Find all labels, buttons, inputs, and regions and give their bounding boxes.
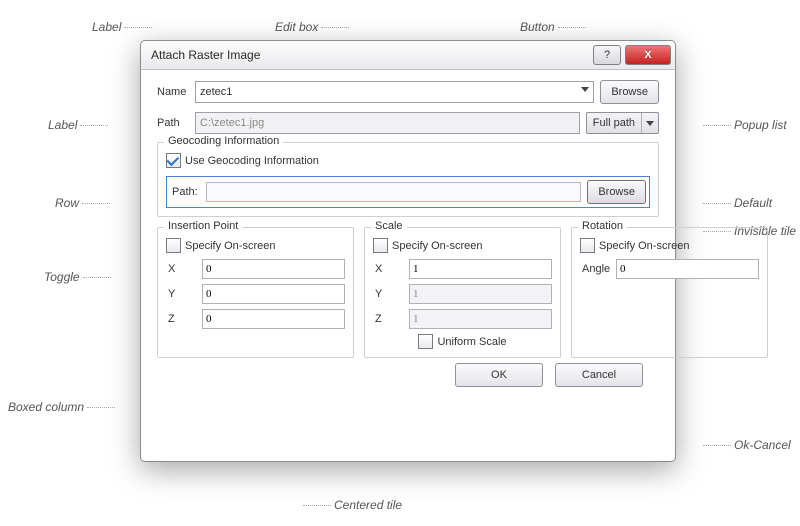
- window-title: Attach Raster Image: [151, 48, 593, 62]
- ok-button[interactable]: OK: [455, 363, 543, 387]
- cancel-button[interactable]: Cancel: [555, 363, 643, 387]
- dialog-footer: OK Cancel: [157, 360, 659, 387]
- insertion-specify-toggle[interactable]: Specify On-screen: [166, 238, 345, 253]
- scale-legend: Scale: [371, 220, 407, 232]
- name-label: Name: [157, 86, 195, 98]
- name-combo-value: zetec1: [200, 86, 232, 98]
- titlebar: Attach Raster Image ? X: [141, 41, 675, 70]
- callout-button: Button: [520, 20, 589, 34]
- close-button[interactable]: X: [625, 45, 671, 65]
- browse-name-button[interactable]: Browse: [600, 80, 659, 104]
- callout-popup-list: Popup list: [700, 118, 787, 132]
- checkbox-icon: [580, 238, 595, 253]
- fullpath-label: Full path: [593, 117, 635, 129]
- insertion-point-group: Insertion Point Specify On-screen X Y Z: [157, 227, 354, 358]
- path-row: Path C:\zetec1.jpg Full path: [157, 112, 659, 134]
- path-display: C:\zetec1.jpg: [195, 112, 580, 134]
- checkbox-icon: [418, 334, 433, 349]
- geocoding-path-row: Path: Browse: [166, 176, 650, 208]
- name-combo[interactable]: zetec1: [195, 81, 594, 103]
- callout-centered-tile: Centered tile: [300, 498, 402, 512]
- dialog-content: Name zetec1 Browse Path C:\zetec1.jpg Fu…: [141, 70, 675, 397]
- callout-ok-cancel: Ok-Cancel: [700, 438, 791, 452]
- scale-group: Scale Specify On-screen X Y Z Uniform Sc…: [364, 227, 561, 358]
- dialog-window: Attach Raster Image ? X Name zetec1 Brow…: [140, 40, 676, 462]
- geocoding-legend: Geocoding Information: [164, 135, 283, 147]
- geocoding-path-label: Path:: [170, 186, 206, 198]
- path-label: Path: [157, 117, 195, 129]
- browse-geocoding-button[interactable]: Browse: [587, 180, 646, 204]
- scale-x-input[interactable]: [409, 259, 552, 279]
- columns: Insertion Point Specify On-screen X Y Z …: [157, 227, 659, 358]
- rotation-group: Rotation Specify On-screen Angle: [571, 227, 768, 358]
- insertion-x-input[interactable]: [202, 259, 345, 279]
- rotation-specify-toggle[interactable]: Specify On-screen: [580, 238, 759, 253]
- scale-y-input: [409, 284, 552, 304]
- use-geocoding-toggle[interactable]: Use Geocoding Information: [166, 153, 650, 168]
- callout-toggle: Toggle: [44, 270, 114, 284]
- chevron-down-icon: [581, 87, 589, 92]
- fullpath-dropdown[interactable]: Full path: [586, 112, 659, 134]
- rotation-angle-input[interactable]: [616, 259, 759, 279]
- name-row: Name zetec1 Browse: [157, 80, 659, 104]
- insertion-y-input[interactable]: [202, 284, 345, 304]
- callout-row: Row: [55, 196, 113, 210]
- callout-default: Default: [700, 196, 772, 210]
- insertion-z-input[interactable]: [202, 309, 345, 329]
- geocoding-group: Geocoding Information Use Geocoding Info…: [157, 142, 659, 217]
- uniform-scale-toggle[interactable]: Uniform Scale: [418, 334, 506, 349]
- scale-specify-toggle[interactable]: Specify On-screen: [373, 238, 552, 253]
- chevron-down-icon: [641, 113, 658, 133]
- checkbox-icon: [166, 153, 181, 168]
- geocoding-path-input[interactable]: [206, 182, 581, 202]
- callout-editbox: Edit box: [275, 20, 352, 34]
- insertion-legend: Insertion Point: [164, 220, 242, 232]
- use-geocoding-label: Use Geocoding Information: [185, 155, 319, 167]
- callout-label-top: Label: [92, 20, 155, 34]
- callout-boxed-column: Boxed column: [8, 400, 118, 414]
- callout-label-left: Label: [48, 118, 111, 132]
- rotation-legend: Rotation: [578, 220, 627, 232]
- checkbox-icon: [373, 238, 388, 253]
- checkbox-icon: [166, 238, 181, 253]
- help-button[interactable]: ?: [593, 45, 621, 65]
- scale-z-input: [409, 309, 552, 329]
- path-display-value: C:\zetec1.jpg: [200, 117, 264, 129]
